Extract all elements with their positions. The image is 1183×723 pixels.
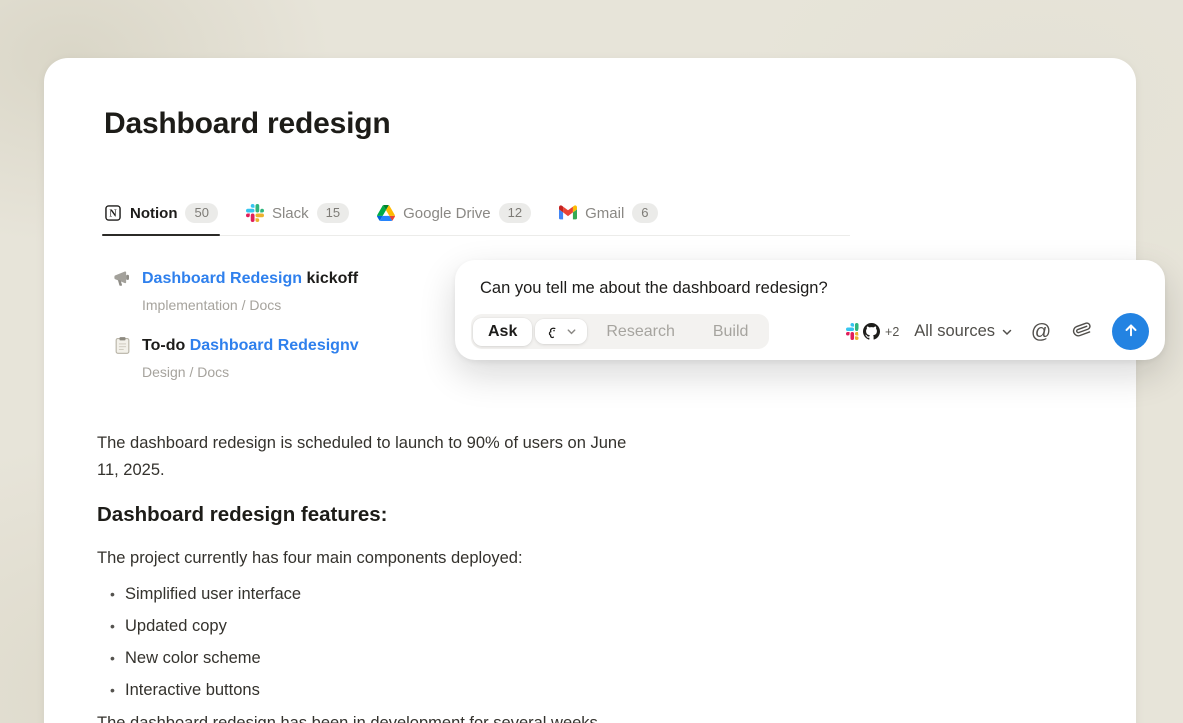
slack-icon — [246, 204, 264, 222]
tab-count-badge: 50 — [185, 203, 217, 223]
notion-icon: N — [104, 204, 122, 222]
list-item: Updated copy — [97, 610, 1136, 642]
send-arrow-icon — [1122, 321, 1140, 342]
tab-label: Google Drive — [403, 205, 491, 222]
result-link[interactable]: Dashboard Redesign — [142, 270, 302, 287]
result-text: To-do Dashboard Redesignv Design / Docs — [142, 335, 359, 381]
all-sources-dropdown[interactable]: All sources — [914, 322, 1013, 341]
all-sources-label: All sources — [914, 322, 995, 341]
tab-google-drive[interactable]: Google Drive 12 — [375, 199, 533, 235]
result-breadcrumb: Design / Docs — [142, 363, 359, 381]
list-item: Simplified user interface — [97, 578, 1136, 610]
chat-right-controls: +2 All sources @ — [843, 313, 1149, 350]
chevron-down-icon — [1001, 326, 1013, 338]
result-breadcrumb: Implementation / Docs — [142, 296, 358, 314]
page-title: Dashboard redesign — [104, 106, 1136, 142]
megaphone-icon — [113, 269, 132, 288]
tab-gmail[interactable]: Gmail 6 — [557, 199, 659, 235]
mode-build-button[interactable]: Build — [694, 318, 768, 346]
github-icon — [860, 321, 882, 343]
paragraph-launch: The dashboard redesign is scheduled to l… — [97, 430, 642, 484]
list-item: Interactive buttons — [97, 674, 1136, 706]
model-selector-button[interactable] — [535, 319, 587, 344]
heading-features: Dashboard redesign features: — [97, 501, 1136, 529]
gmail-icon — [559, 204, 577, 222]
tab-count-badge: 12 — [499, 203, 531, 223]
clipboard-icon — [113, 336, 132, 355]
paragraph-components: The project currently has four main comp… — [97, 545, 1136, 572]
tab-count-badge: 15 — [317, 203, 349, 223]
paragraph-development: The dashboard redesign has been in devel… — [97, 710, 1136, 723]
connected-sources[interactable]: +2 — [843, 321, 899, 343]
tab-slack[interactable]: Slack 15 — [244, 199, 351, 235]
source-tabs: N Notion 50 Slack 15 Google Drive 12 — [102, 199, 850, 236]
tab-notion[interactable]: N Notion 50 — [102, 199, 220, 235]
result-title-suffix: kickoff — [302, 270, 358, 287]
paperclip-icon — [1073, 320, 1092, 344]
result-link[interactable]: Dashboard Redesignv — [190, 337, 359, 354]
feature-list: Simplified user interface Updated copy N… — [97, 578, 1136, 706]
mode-selector: Ask Research Build — [471, 314, 769, 349]
result-text: Dashboard Redesign kickoff Implementatio… — [142, 268, 358, 314]
mode-build-label: Build — [713, 323, 749, 341]
mode-research-label: Research — [606, 323, 674, 341]
result-title-prefix: To-do — [142, 337, 190, 354]
mention-button[interactable]: @ — [1028, 319, 1054, 345]
at-icon: @ — [1031, 322, 1051, 342]
attach-file-button[interactable] — [1069, 319, 1095, 345]
chat-controls: Ask Research Build — [471, 313, 1149, 350]
desktop-background: Dashboard redesign N Notion 50 Slack 15 — [0, 0, 1183, 723]
tab-label: Slack — [272, 205, 309, 222]
list-item: New color scheme — [97, 642, 1136, 674]
google-drive-icon — [377, 204, 395, 222]
chevron-down-icon — [566, 326, 577, 337]
ai-chat-input-box[interactable]: Can you tell me about the dashboard rede… — [455, 260, 1165, 360]
tab-label: Notion — [130, 205, 177, 222]
mode-research-button[interactable]: Research — [587, 318, 693, 346]
tab-count-badge: 6 — [632, 203, 657, 223]
chat-query-text[interactable]: Can you tell me about the dashboard rede… — [480, 278, 1149, 298]
sources-more-badge: +2 — [885, 325, 899, 339]
mode-ask-label: Ask — [488, 323, 517, 341]
tab-label: Gmail — [585, 205, 624, 222]
document-body: The dashboard redesign is scheduled to l… — [97, 430, 1136, 723]
document-card: Dashboard redesign N Notion 50 Slack 15 — [44, 58, 1136, 723]
svg-text:N: N — [109, 209, 117, 220]
ai-face-icon — [545, 324, 560, 339]
send-button[interactable] — [1112, 313, 1149, 350]
mode-ask-button[interactable]: Ask — [473, 318, 532, 346]
